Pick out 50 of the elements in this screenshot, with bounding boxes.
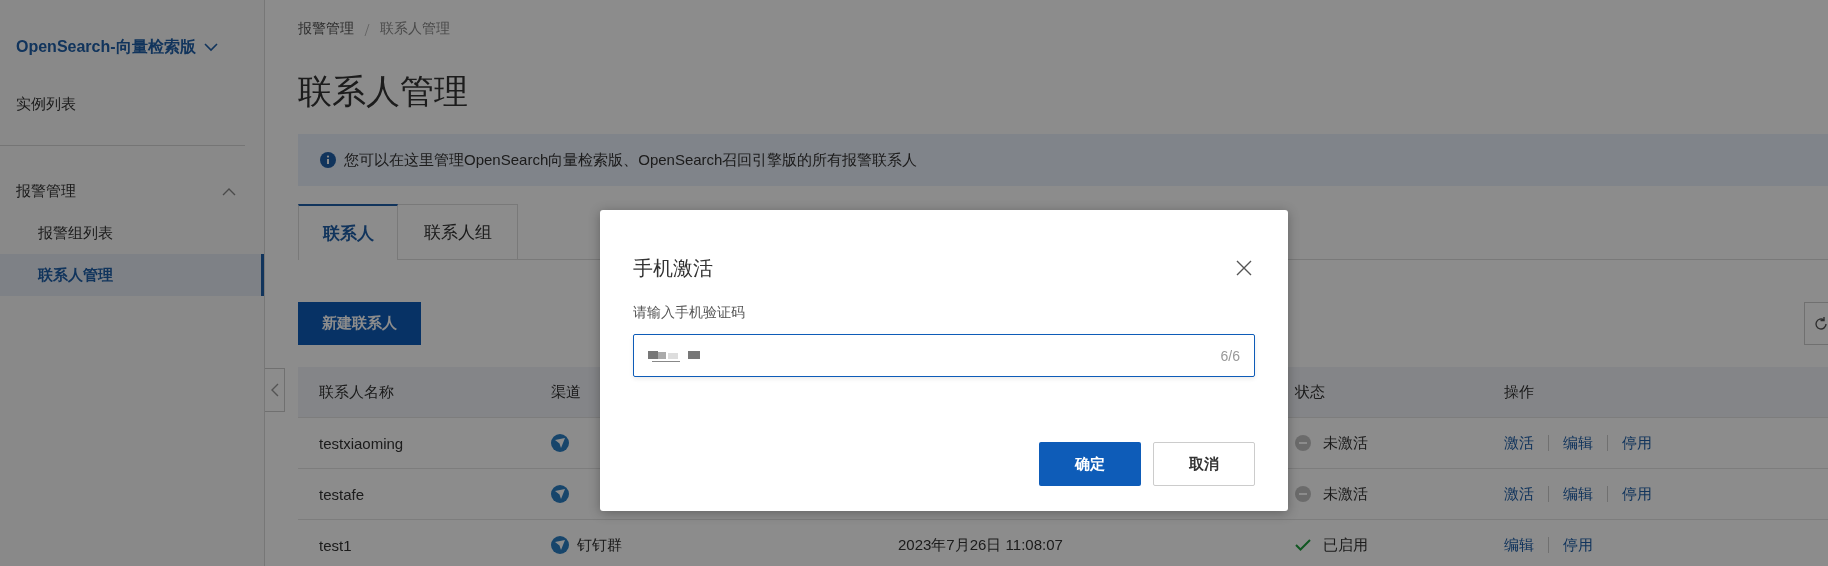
nav-item[interactable]: 联系人管理 — [0, 254, 264, 296]
chevron-down-icon — [203, 42, 218, 52]
action-link[interactable]: 激活 — [1504, 433, 1534, 453]
tab[interactable]: 联系人 — [298, 204, 398, 260]
nav-item[interactable]: 报警组列表 — [0, 212, 264, 254]
table-cell-text: testafe — [318, 484, 366, 505]
action-link[interactable]: 停用 — [1622, 484, 1652, 504]
info-icon — [320, 152, 336, 168]
action-link[interactable]: 编辑 — [1563, 433, 1593, 453]
cancel-button[interactable]: 取消 — [1153, 442, 1255, 486]
close-button[interactable] — [1236, 260, 1252, 276]
breadcrumb-item[interactable]: 报警管理 — [298, 20, 354, 40]
character-counter: 6/6 — [1220, 347, 1240, 364]
status-text: 已启用 — [1323, 535, 1368, 555]
field-label: 请输入手机验证码 — [633, 304, 746, 322]
paper-plane-icon — [551, 485, 569, 503]
confirm-button[interactable]: 确定 — [1039, 442, 1141, 486]
status-text: 未激活 — [1323, 433, 1368, 453]
action-link[interactable]: 停用 — [1622, 433, 1652, 453]
action-link[interactable]: 激活 — [1504, 484, 1534, 504]
nav-group[interactable]: 报警管理 — [0, 170, 264, 212]
table-cell-text: test1 — [318, 535, 353, 556]
chevron-left-icon — [270, 383, 279, 397]
column-header: 操作 — [1503, 381, 1535, 402]
nav-item[interactable]: 实例列表 — [0, 83, 264, 125]
tab[interactable]: 联系人组 — [398, 204, 518, 260]
status-text: 未激活 — [1323, 484, 1368, 504]
paper-plane-icon — [551, 536, 569, 554]
column-header: 渠道 — [550, 381, 582, 402]
close-icon — [1236, 260, 1252, 276]
dialog-title: 手机激活 — [633, 255, 713, 281]
action-link[interactable]: 编辑 — [1563, 484, 1593, 504]
new-contact-button[interactable]: 新建联系人 — [298, 302, 421, 345]
action-link[interactable]: 编辑 — [1504, 535, 1534, 555]
column-header: 状态 — [1294, 381, 1326, 402]
product-switcher[interactable]: OpenSearch-向量检索版 — [0, 0, 264, 58]
table-cell-text: testxiaoming — [318, 433, 405, 454]
table-cell: 2023年7月26日 11:08:07 — [898, 535, 1063, 555]
input-field[interactable]: 6/6 — [633, 334, 1255, 377]
chevron-up-icon — [222, 186, 236, 196]
refresh-icon — [1813, 315, 1828, 332]
collapse-handle[interactable] — [265, 368, 285, 412]
page-title: 联系人管理 — [298, 71, 469, 112]
table-cell: 钉钉群 — [577, 535, 622, 555]
breadcrumb-item: 联系人管理 — [380, 20, 450, 38]
slash-icon — [364, 23, 370, 37]
action-link[interactable]: 停用 — [1563, 535, 1593, 555]
paper-plane-icon — [551, 434, 569, 452]
column-header: 联系人名称 — [318, 381, 395, 402]
notice-text: 您可以在这里管理OpenSearch向量检索版、OpenSearch召回引擎版的所有报警联系人 — [344, 150, 918, 170]
